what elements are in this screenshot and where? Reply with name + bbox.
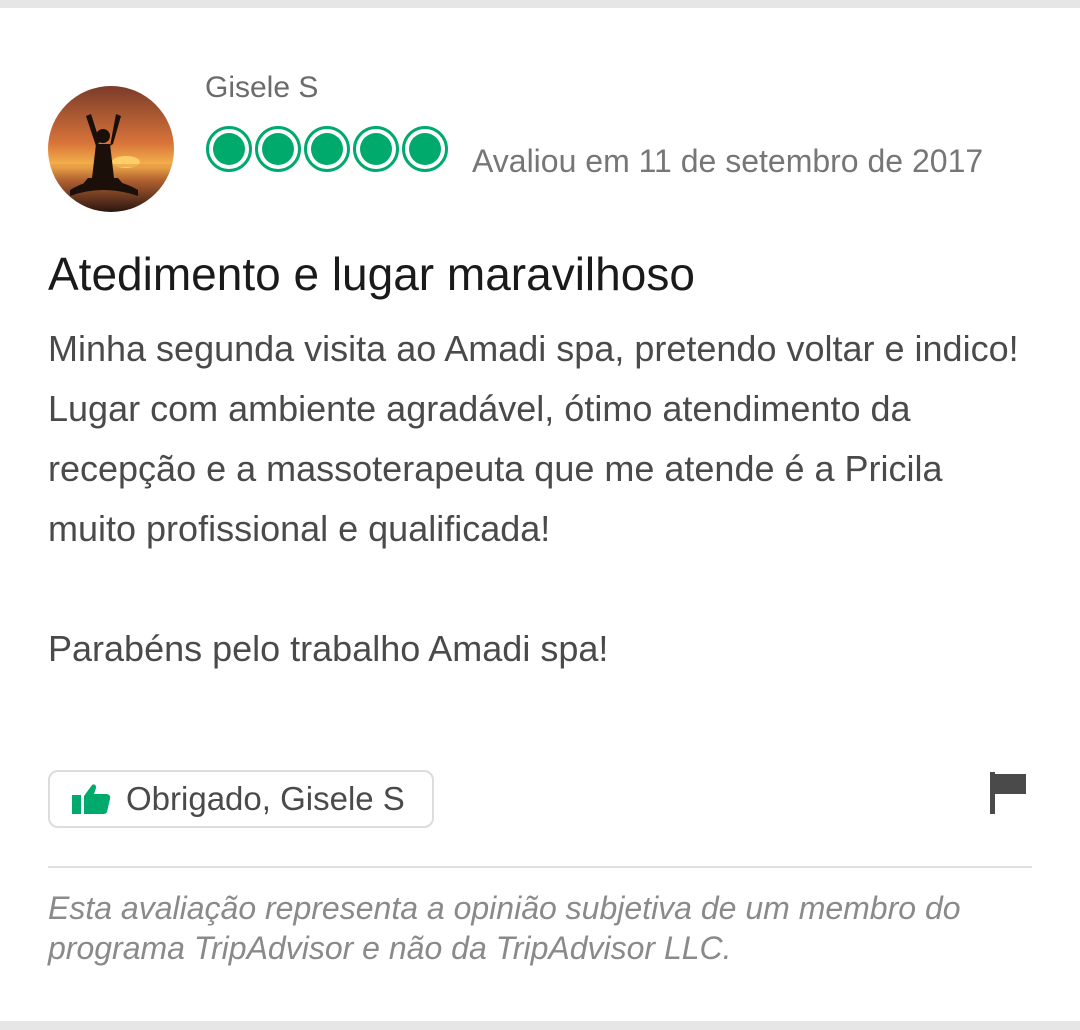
review-date: Avaliou em 11 de setembro de 2017 [472, 143, 984, 179]
thumbs-up-icon [72, 784, 111, 814]
review-body: Minha segunda visita ao Amadi spa, prete… [48, 319, 1038, 679]
divider [48, 866, 1032, 868]
review-card: Gisele S Avaliou em 11 de setembro de 20… [0, 8, 1080, 1021]
thanks-button[interactable]: Obrigado, Gisele S [48, 770, 434, 828]
reviewer-name[interactable]: Gisele S [205, 68, 318, 108]
review-body-paragraph: Minha segunda visita ao Amadi spa, prete… [48, 328, 1019, 369]
avatar[interactable] [48, 86, 174, 212]
review-body-paragraph: Parabéns pelo trabalho Amadi spa! [48, 628, 609, 669]
review-title: Atedimento e lugar maravilhoso [48, 248, 695, 300]
review-body-paragraph: Lugar com ambiente agradável, ótimo aten… [48, 388, 943, 549]
disclaimer: Esta avaliação representa a opinião subj… [48, 890, 961, 966]
flag-icon[interactable] [988, 772, 1028, 814]
thanks-button-label: Obrigado, Gisele S [126, 780, 405, 817]
avatar-image [48, 86, 174, 212]
